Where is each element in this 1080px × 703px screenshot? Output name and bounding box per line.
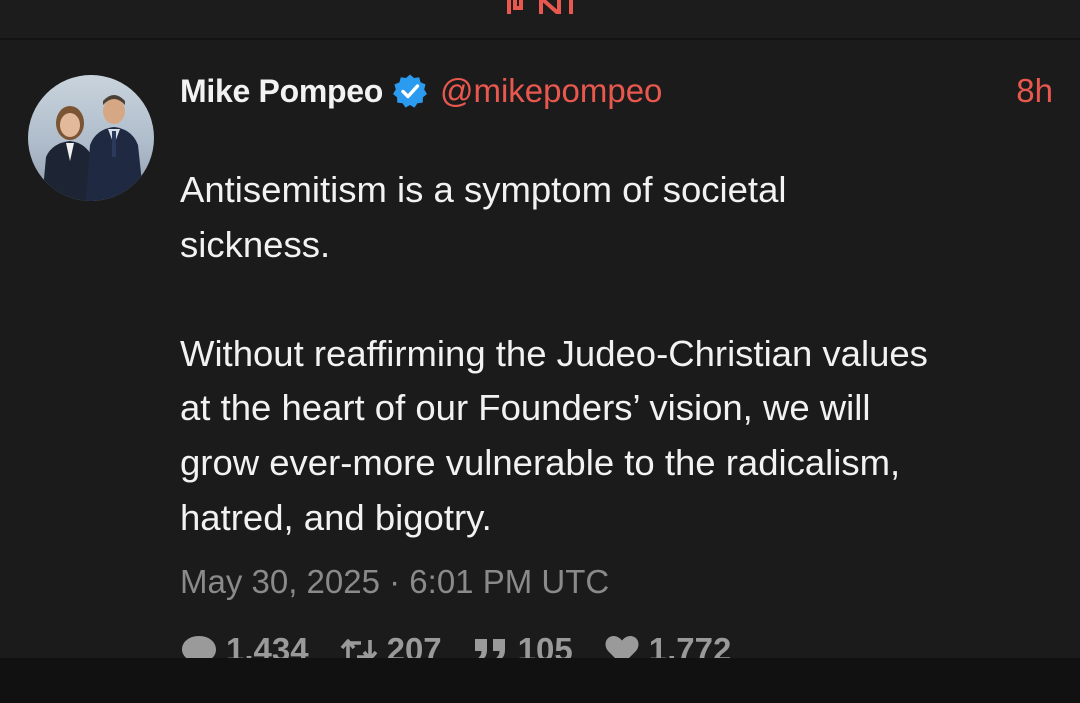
tweet-text-line: Without reaffirming the Judeo-Christian … <box>180 332 928 374</box>
tweet-text-line: sickness. <box>180 223 331 265</box>
tweet-text-line: Antisemitism is a symptom of societal <box>180 169 787 210</box>
tweet-body: Antisemitism is a symptom of societal si… <box>180 163 1060 545</box>
bottom-bar <box>0 658 1080 703</box>
app-logo-icon[interactable] <box>505 0 575 14</box>
tweet-date[interactable]: May 30, 2025 · 6:01 PM UTC <box>180 560 609 604</box>
tweet-text-blank-line <box>180 272 1060 327</box>
tweet-time-ago[interactable]: 8h <box>1016 70 1053 112</box>
tweet-header: Mike Pompeo @mikepompeo <box>180 70 1055 112</box>
author-handle[interactable]: @mikepompeo <box>440 72 662 110</box>
tweet-text-line: at the heart of our Founders’ vision, we… <box>180 387 871 429</box>
author-name[interactable]: Mike Pompeo <box>180 73 383 110</box>
tweet-card[interactable]: Mike Pompeo @mikepompeo 8h Antisemitism … <box>0 40 1080 668</box>
top-bar <box>0 0 1080 40</box>
tweet-text-line: hatred, and bigotry. <box>180 496 492 538</box>
verified-badge-icon <box>392 74 427 108</box>
tweet-text-line: grow ever-more vulnerable to the radical… <box>180 441 901 483</box>
avatar[interactable] <box>28 75 154 201</box>
